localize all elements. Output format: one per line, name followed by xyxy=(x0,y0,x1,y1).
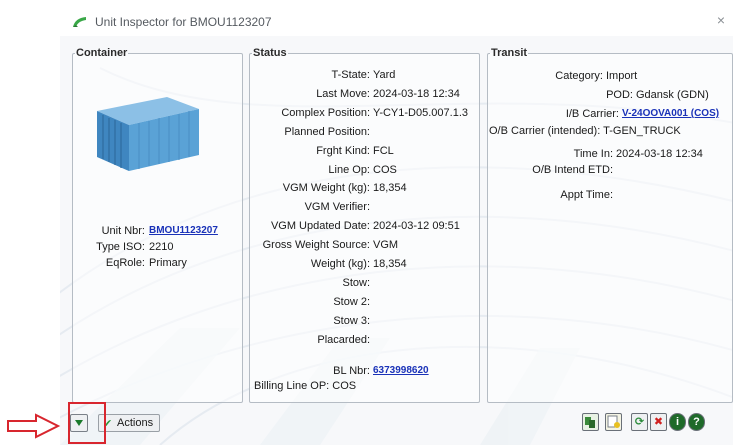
container-group: Container Unit Nbr: BMOU1123207 Type ISO… xyxy=(72,47,243,403)
pod-value: Gdansk (GDN) xyxy=(636,89,709,101)
billing-line-row: Billing Line OP: COS xyxy=(254,379,356,393)
status-row-value: Yard xyxy=(373,69,396,81)
status-row-value: VGM xyxy=(373,239,399,252)
info-icon[interactable]: i xyxy=(669,413,686,431)
title-bar[interactable]: Unit Inspector for BMOU1123207 × xyxy=(60,8,733,36)
time-in-value: 2024-03-18 12:34 xyxy=(616,148,703,160)
billing-line-value: COS xyxy=(332,380,357,392)
transit-group: Transit Category: Import POD: Gdansk (GD… xyxy=(487,47,733,403)
appt-time-label: Appt Time: xyxy=(560,189,613,201)
ib-carrier-link[interactable]: V-24OOVA001 (COS) xyxy=(622,107,719,121)
status-row-value: 2024-03-12 09:51 xyxy=(373,220,460,233)
close-x-icon[interactable]: ✖ xyxy=(650,413,667,431)
status-row-label: Gross Weight Source: xyxy=(262,239,370,252)
time-in-label: Time In: xyxy=(573,148,613,160)
status-row-label: VGM Verifier: xyxy=(304,201,370,214)
status-row-label: Complex Position: xyxy=(281,106,370,119)
note-icon[interactable] xyxy=(605,413,622,431)
status-row-label: Weight (kg): xyxy=(310,258,370,270)
ob-carrier-row: O/B Carrier (intended): T-GEN_TRUCK xyxy=(489,124,681,138)
status-group: Status T-State: Yard Last Move: 2024-03-18 … xyxy=(249,47,480,403)
copy-icon[interactable] xyxy=(582,413,599,431)
unit-nbr-label: Unit Nbr: xyxy=(101,225,145,237)
refresh-icon[interactable]: ⟳ xyxy=(631,413,648,431)
status-row-label: Frght Kind: xyxy=(316,144,370,157)
category-value: Import xyxy=(606,70,638,82)
unit-nbr-link[interactable]: BMOU1123207 xyxy=(149,224,218,238)
shipping-container-icon xyxy=(97,97,199,171)
status-row-value: 18,354 xyxy=(373,182,407,195)
status-row-value: 2024-03-18 12:34 xyxy=(373,87,460,100)
ob-carrier-value: T-GEN_TRUCK xyxy=(603,125,681,137)
actions-button[interactable]: ✔ Actions xyxy=(98,414,160,432)
help-icon[interactable]: ? xyxy=(688,413,705,431)
bottom-toolbar: ✔ Actions ⟳ ✖ i ? xyxy=(60,400,733,445)
status-row-value: COS xyxy=(373,163,397,176)
eq-role-value: Primary xyxy=(149,257,187,269)
status-row-value: 18,354 xyxy=(373,258,407,270)
status-row-label: Planned Position: xyxy=(284,125,370,138)
status-row-label: Stow: xyxy=(342,276,370,289)
eq-role-label: EqRole: xyxy=(105,257,145,269)
status-row-label: Placarded: xyxy=(317,333,370,346)
status-row-label: Stow 2: xyxy=(333,295,370,308)
pointer-arrow-icon xyxy=(7,413,61,439)
billing-line-label: Billing Line OP: xyxy=(254,380,330,392)
status-row-label: VGM Updated Date: xyxy=(270,220,370,233)
status-row-value: Y-CY1-D05.007.1.3 xyxy=(373,106,468,119)
pod-label: POD: xyxy=(606,89,633,101)
category-label: Category: xyxy=(555,70,603,82)
status-row-value: FCL xyxy=(373,144,394,157)
status-row-label: VGM Weight (kg): xyxy=(282,182,370,195)
status-legend: Status xyxy=(253,47,287,59)
status-row-label: Stow 3: xyxy=(333,314,370,327)
copy-glyph xyxy=(585,417,595,428)
type-iso-label: Type ISO: xyxy=(96,241,145,253)
note-glyph xyxy=(607,415,620,428)
status-row-label: Last Move: xyxy=(316,87,370,100)
close-icon[interactable]: × xyxy=(713,12,729,28)
transit-legend: Transit xyxy=(491,47,528,59)
status-row-label: Line Op: xyxy=(328,163,370,176)
actions-label: Actions xyxy=(117,417,154,429)
ob-carrier-label: O/B Carrier (intended): xyxy=(489,125,601,137)
status-row-label: T-State: xyxy=(331,69,370,81)
bl-nbr-label: BL Nbr: xyxy=(333,365,370,377)
window-title: Unit Inspector for BMOU1123207 xyxy=(95,15,272,29)
app-icon xyxy=(73,17,86,27)
highlight-box xyxy=(68,402,106,444)
ib-carrier-label: I/B Carrier: xyxy=(565,108,619,120)
bl-nbr-link[interactable]: 6373998620 xyxy=(373,364,429,378)
unit-inspector-window: Unit Inspector for BMOU1123207 × Contain… xyxy=(60,8,733,445)
type-iso-value: 2210 xyxy=(149,241,174,253)
ob-etd-label: O/B Intend ETD: xyxy=(532,164,613,176)
container-legend: Container xyxy=(76,47,128,59)
